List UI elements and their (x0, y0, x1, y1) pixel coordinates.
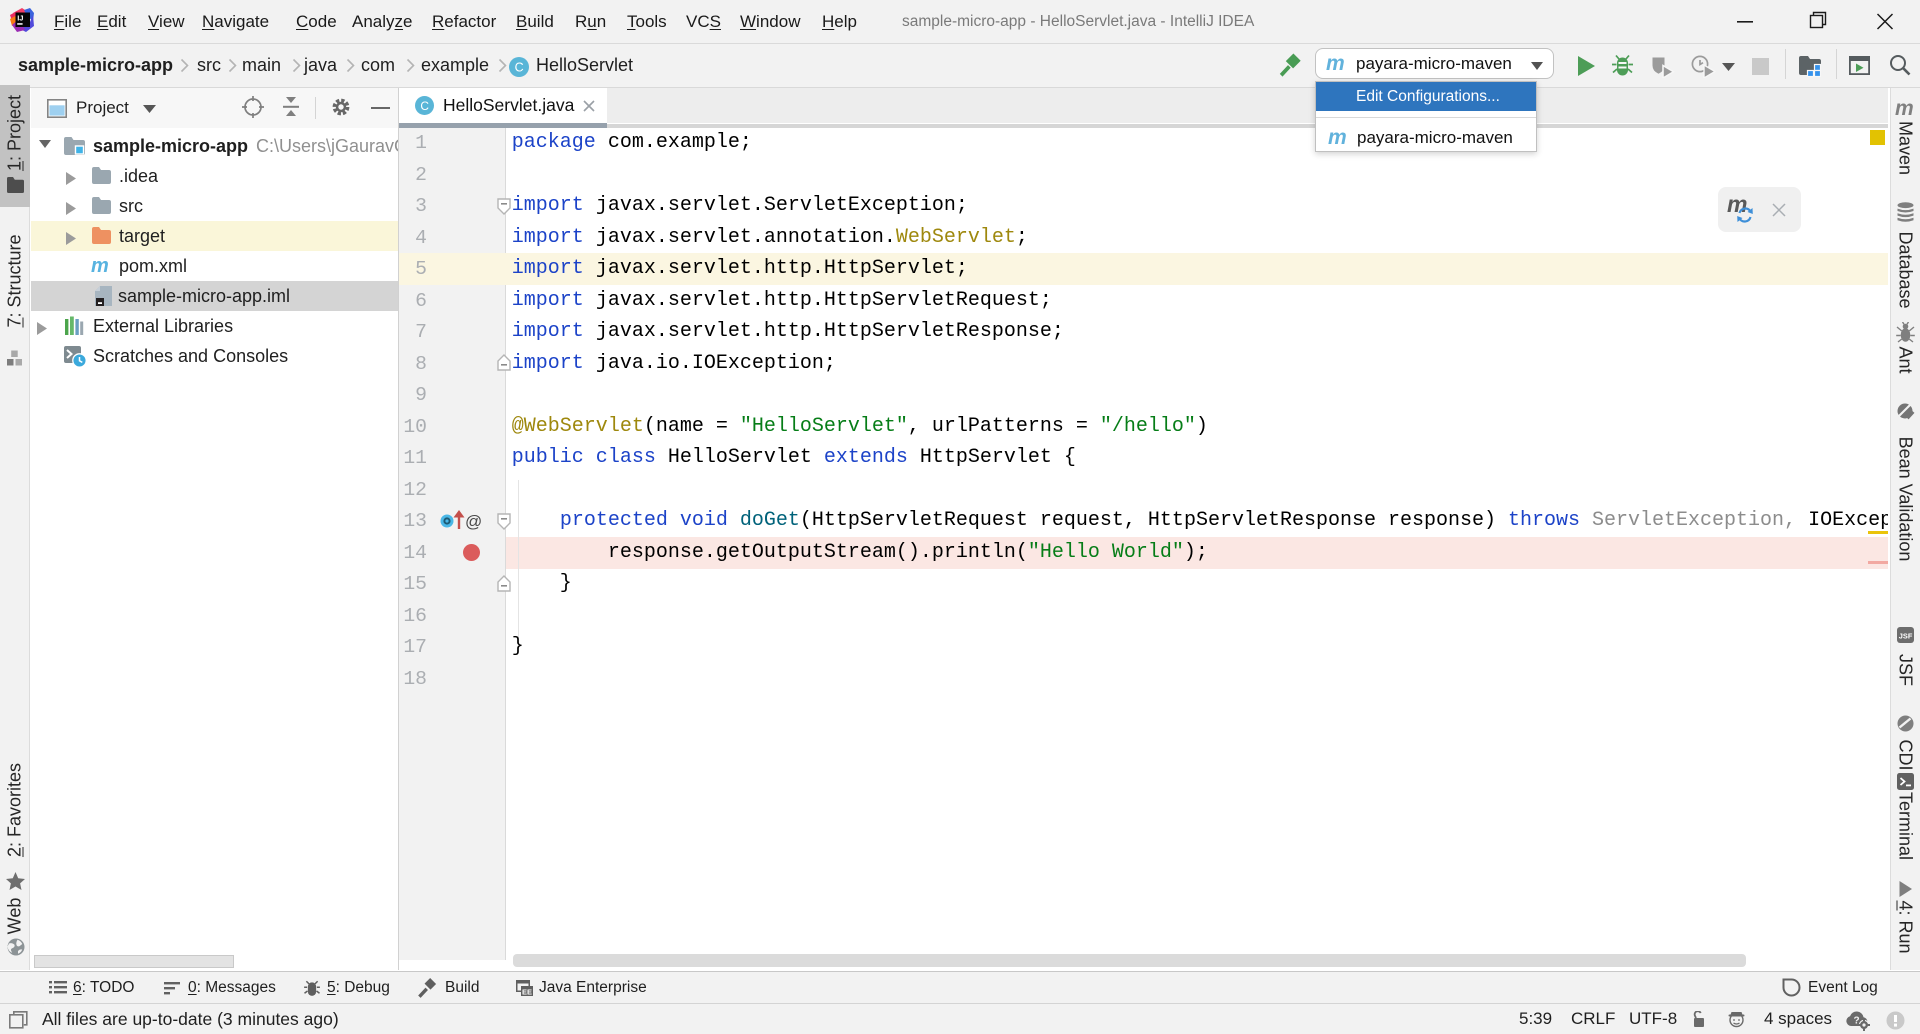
svg-text:C: C (420, 99, 429, 113)
svg-text:JSF: JSF (1899, 632, 1913, 641)
svg-text:IJ: IJ (17, 13, 23, 22)
svg-text:EE: EE (522, 987, 532, 996)
svg-text:C: C (515, 61, 524, 75)
